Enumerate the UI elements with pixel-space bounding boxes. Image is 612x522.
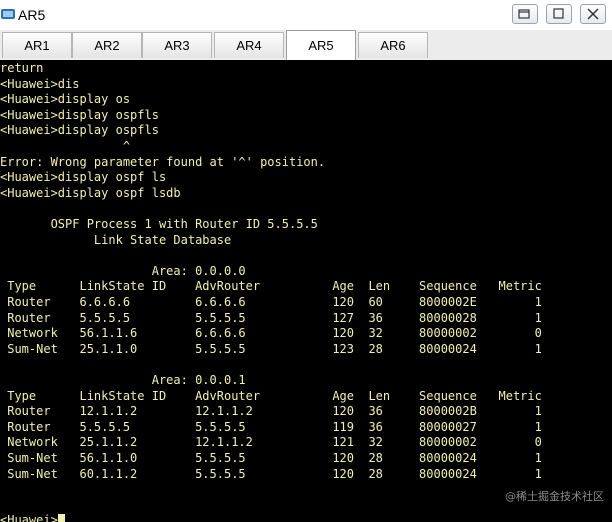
window-title: AR5	[18, 7, 46, 23]
terminal-line: Sum-Net 56.1.1.0 5.5.5.5 120 28 80000024…	[0, 451, 542, 465]
terminal-line: Network 56.1.1.6 6.6.6.6 120 32 80000002…	[0, 326, 542, 341]
terminal-line: return	[0, 61, 44, 75]
restore-button[interactable]	[512, 4, 538, 24]
tab-ar1[interactable]: AR1	[2, 32, 72, 58]
terminal-line: Area: 0.0.0.0	[0, 263, 246, 278]
terminal-line: <Huawei>display ospfls	[0, 123, 159, 138]
terminal-line: Type LinkState ID AdvRouter Age Len Sequ…	[0, 279, 542, 294]
terminal-line: Router 12.1.1.2 12.1.1.2 120 36 8000002B…	[0, 404, 542, 419]
tab-ar5[interactable]: AR5	[286, 30, 356, 60]
terminal-console[interactable]: return <Huawei>dis <Huawei>display os <Huaw…	[0, 60, 612, 522]
text-cursor	[57, 514, 65, 522]
tab-ar6[interactable]: AR6	[358, 32, 428, 58]
tab-ar3[interactable]: AR3	[142, 32, 212, 58]
terminal-line: Link State Database	[0, 232, 232, 247]
terminal-line: Area: 0.0.0.1	[0, 373, 246, 387]
maximize-icon	[553, 8, 564, 19]
terminal-line: <Huawei>	[0, 513, 65, 522]
terminal-line: OSPF Process 1 with Router ID 5.5.5.5	[0, 217, 318, 231]
restore-icon	[518, 9, 530, 19]
terminal-line: Router 6.6.6.6 6.6.6.6 120 60 8000002E 1	[0, 295, 542, 309]
tab-ar4[interactable]: AR4	[214, 32, 284, 58]
terminal-line: <Huawei>display ospfls	[0, 107, 159, 122]
terminal-line: <Huawei>display ospf lsdb	[0, 185, 181, 200]
tab-ar2[interactable]: AR2	[72, 32, 142, 58]
terminal-line: Type LinkState ID AdvRouter Age Len Sequ…	[0, 388, 542, 403]
app-icon	[1, 9, 15, 19]
terminal-line: Network 25.1.1.2 12.1.1.2 121 32 8000000…	[0, 435, 542, 450]
terminal-line: Sum-Net 60.1.1.2 5.5.5.5 120 28 80000024…	[0, 466, 542, 481]
title-bar: AR5	[0, 0, 612, 31]
maximize-button[interactable]	[546, 4, 572, 24]
watermark: @稀土掘金技术社区	[505, 490, 604, 503]
device-tab-bar: AR1 AR2 AR3 AR4 AR5 AR6	[0, 30, 612, 61]
terminal-line: <Huawei>display ospf ls	[0, 170, 167, 185]
close-icon	[587, 8, 599, 20]
terminal-line: Router 5.5.5.5 5.5.5.5 127 36 80000028 1	[0, 310, 542, 325]
close-button[interactable]	[580, 4, 606, 24]
terminal-line: Error: Wrong parameter found at '^' posi…	[0, 154, 326, 169]
terminal-line: ^	[0, 139, 131, 153]
terminal-line: Sum-Net 25.1.1.0 5.5.5.5 123 28 80000024…	[0, 341, 542, 356]
terminal-line: <Huawei>display os	[0, 92, 131, 107]
terminal-line: Router 5.5.5.5 5.5.5.5 119 36 80000027 1	[0, 419, 542, 434]
terminal-line: <Huawei>dis	[0, 76, 80, 91]
